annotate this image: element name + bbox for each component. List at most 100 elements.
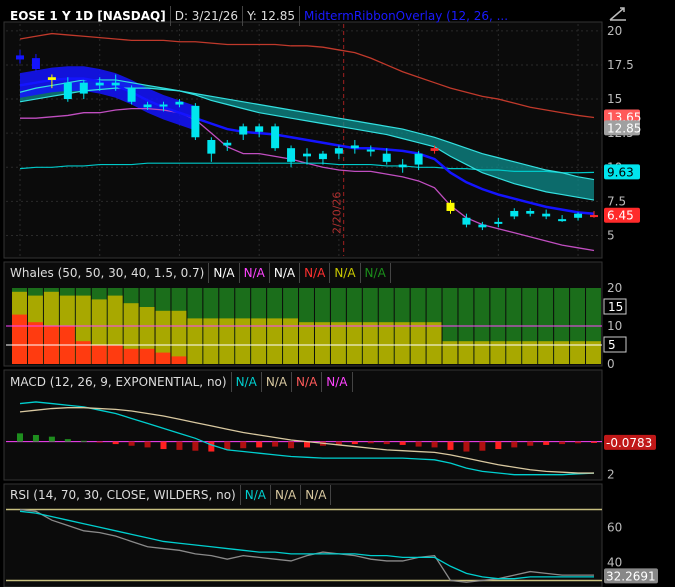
- whales-bar-olive: [394, 322, 410, 364]
- candle-body: [287, 148, 296, 162]
- whales-marker-value: 15: [608, 300, 623, 314]
- whales-value-3: N/A: [270, 263, 301, 283]
- candle-body: [239, 126, 248, 135]
- candle-body: [526, 210, 535, 214]
- macd-histogram-bar: [32, 435, 39, 442]
- candle-body: [16, 55, 24, 60]
- candle-body: [462, 217, 471, 225]
- macd-histogram-bar: [256, 441, 263, 448]
- macd-histogram-bar: [559, 441, 566, 445]
- price-header: EOSE 1 Y 1D [NASDAQ] D: 3/21/26 Y: 12.85…: [6, 6, 512, 26]
- whales-bar-olive: [187, 318, 203, 364]
- candle-body: [175, 101, 184, 105]
- macd-histogram-bar: [575, 441, 582, 444]
- whales-bar-olive: [346, 322, 362, 364]
- whales-bar-olive: [299, 322, 314, 364]
- candle-body: [542, 213, 551, 217]
- macd-histogram-bar: [463, 441, 470, 452]
- rsi-value-1: N/A: [241, 485, 271, 505]
- macd-histogram-bar: [431, 441, 438, 448]
- macd-histogram-bar: [64, 439, 71, 442]
- candle-body: [191, 105, 200, 138]
- candle-body: [366, 149, 375, 152]
- whales-value-6: N/A: [361, 263, 391, 283]
- price-y-tick: 7.5: [607, 194, 626, 208]
- symbol-label[interactable]: EOSE 1 Y 1D [NASDAQ]: [6, 6, 171, 26]
- candle-body: [111, 82, 120, 86]
- whales-header: Whales (50, 50, 30, 40, 1.5, 0.7) N/A N/…: [6, 263, 391, 283]
- price-y-tick: 5: [607, 229, 615, 243]
- macd-value-1: N/A: [232, 372, 262, 392]
- whales-bar-red: [91, 345, 107, 364]
- rsi-y-tick: 60: [607, 520, 622, 534]
- macd-histogram-bar: [479, 441, 486, 451]
- macd-title[interactable]: MACD (12, 26, 9, EXPONENTIAL, no): [6, 372, 232, 392]
- whales-value-1: N/A: [209, 263, 240, 283]
- candle-body: [79, 82, 88, 94]
- chart-settings-icon[interactable]: [606, 4, 630, 24]
- macd-value-4: N/A: [322, 372, 353, 392]
- macd-histogram-bar: [495, 441, 502, 450]
- macd-value-3: N/A: [292, 372, 323, 392]
- candle-body: [271, 126, 280, 149]
- candle-body: [398, 164, 407, 168]
- y-readout: Y: 12.85: [243, 6, 301, 26]
- macd-histogram-bar: [447, 441, 454, 450]
- candle-body: [446, 202, 455, 211]
- whales-bar-olive: [410, 322, 426, 364]
- whales-bar-red: [171, 356, 187, 364]
- candle-body: [494, 221, 503, 224]
- candle-body: [31, 58, 40, 70]
- macd-histogram-bar: [527, 441, 534, 446]
- macd-histogram-bar: [511, 441, 518, 448]
- candle-body: [430, 148, 439, 151]
- price-marker-value: 9.63: [607, 165, 634, 179]
- whales-bar-red: [12, 314, 27, 364]
- macd-histogram-bar: [240, 441, 247, 449]
- candle-body: [47, 77, 56, 80]
- candle-body: [255, 126, 264, 132]
- candle-body: [143, 104, 152, 108]
- whales-bar-olive: [426, 322, 442, 364]
- macd-header: MACD (12, 26, 9, EXPONENTIAL, no) N/A N/…: [6, 372, 353, 392]
- macd-histogram-bar: [96, 441, 103, 443]
- whales-bar-olive: [362, 322, 378, 364]
- macd-value-2: N/A: [262, 372, 293, 392]
- macd-histogram-bar: [144, 441, 151, 448]
- price-y-tick: 15: [607, 92, 622, 106]
- macd-histogram-bar: [192, 441, 199, 451]
- macd-histogram-bar: [383, 441, 390, 445]
- rsi-marker-value: 32.2691: [606, 569, 656, 583]
- candle-body: [414, 153, 423, 165]
- candle-body: [574, 213, 583, 218]
- whales-bar-olive: [171, 310, 187, 364]
- whales-bar-olive: [267, 318, 283, 364]
- whales-y-tick: 20: [607, 281, 622, 295]
- macd-histogram-bar: [17, 433, 23, 442]
- whales-bar-olive: [203, 318, 219, 364]
- macd-histogram-bar: [176, 441, 183, 450]
- whales-title[interactable]: Whales (50, 50, 30, 40, 1.5, 0.7): [6, 263, 210, 283]
- study-label[interactable]: MidtermRibbonOverlay (12, 26, ...: [300, 6, 512, 26]
- candle-body: [382, 153, 391, 162]
- whales-bar-red: [123, 348, 139, 364]
- rsi-title[interactable]: RSI (14, 70, 30, CLOSE, WILDERS, no): [6, 485, 241, 505]
- rsi-y-tick: 40: [607, 556, 622, 570]
- macd-histogram-bar: [288, 441, 295, 449]
- candle-body: [63, 82, 72, 100]
- whales-value-2: N/A: [240, 263, 270, 283]
- rsi-value-3: N/A: [301, 485, 332, 505]
- candle-body: [334, 148, 343, 154]
- whales-bar-red: [139, 348, 155, 364]
- price-y-tick: 20: [607, 24, 622, 38]
- macd-y-tick: 2: [607, 468, 615, 482]
- rsi-header: RSI (14, 70, 30, CLOSE, WILDERS, no) N/A…: [6, 485, 332, 505]
- macd-histogram-bar: [272, 441, 279, 447]
- candle-body: [95, 82, 104, 86]
- whales-value-4: N/A: [300, 263, 331, 283]
- candle-body: [558, 219, 567, 222]
- macd-histogram-bar: [367, 441, 374, 444]
- macd-histogram-bar: [112, 441, 119, 445]
- whales-bar-olive: [378, 322, 394, 364]
- whales-y-tick: 10: [607, 319, 622, 333]
